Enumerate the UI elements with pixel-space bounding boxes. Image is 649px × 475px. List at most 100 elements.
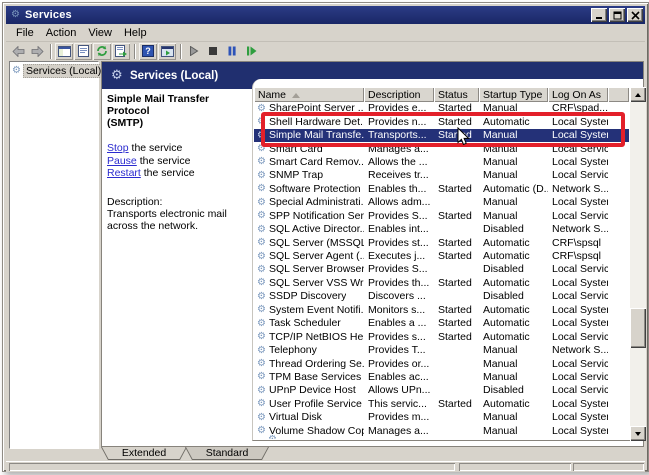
service-row[interactable]: ⚙ Virtual Disk Provides m... Manual Local Sy… bbox=[254, 411, 629, 424]
service-row[interactable]: ⚙ Special Administrati... Allows adm... Man… bbox=[254, 196, 629, 209]
tree-item-label: Services (Local) bbox=[22, 64, 105, 78]
menu-action[interactable]: Action bbox=[40, 26, 83, 40]
export-list-button[interactable] bbox=[112, 43, 130, 60]
desc-cell: Provides s... bbox=[368, 330, 426, 343]
status-cell: Started bbox=[438, 317, 472, 330]
maximize-button[interactable] bbox=[609, 8, 625, 22]
service-row[interactable]: ⚙ SQL Server Browser Provides S... Disabled… bbox=[254, 263, 629, 276]
service-row[interactable]: ⚙ User Profile Service This servic... Start… bbox=[254, 398, 629, 411]
maximize-icon bbox=[613, 11, 621, 19]
name-cell: ⚙ Software Protection bbox=[254, 183, 364, 196]
startup-cell: Automatic (D... bbox=[483, 182, 548, 195]
startup-cell: Manual bbox=[483, 155, 518, 168]
service-row[interactable]: ⚙SQL Server (MSSQL... Provides st... Start… bbox=[254, 236, 629, 249]
start-service-icon bbox=[190, 46, 199, 56]
service-row[interactable]: ⚙ SQL Server Agent (... Executes j... Start… bbox=[254, 250, 629, 263]
help-button[interactable]: ? bbox=[139, 43, 157, 60]
menu-help[interactable]: Help bbox=[118, 26, 153, 40]
service-name: SQL Server Agent (... bbox=[269, 250, 364, 263]
service-icon: ⚙ bbox=[257, 263, 266, 275]
service-row[interactable]: ⚙SQL Server VSS Wri... Provides th... Star… bbox=[254, 277, 629, 290]
logon-cell: Local Service bbox=[552, 209, 608, 222]
services-banner-icon: ⚙ bbox=[111, 67, 123, 83]
service-row[interactable]: ⚙ SPP Notification Ser... Provides S... Sta… bbox=[254, 210, 629, 223]
service-row[interactable]: ⚙ SQL Active Director... Enables int... Dis… bbox=[254, 223, 629, 236]
startup-cell: Disabled bbox=[483, 290, 524, 303]
column-header-log-on-as[interactable]: Log On As bbox=[548, 87, 608, 102]
show-action-pane-button[interactable] bbox=[158, 43, 176, 60]
service-name: SNMP Trap bbox=[269, 169, 324, 182]
minimize-button[interactable] bbox=[591, 8, 607, 22]
startup-cell: Automatic bbox=[483, 397, 530, 410]
tab-label: Standard bbox=[205, 447, 249, 459]
service-row[interactable]: ⚙ UPnP Device Host Allows UPn... Disabled Lo… bbox=[254, 384, 629, 397]
service-row[interactable]: ⚙ TCP/IP NetBIOS He... Provides s... Starte… bbox=[254, 330, 629, 343]
action-suffix: the service bbox=[136, 154, 191, 167]
name-cell: ⚙ Smart Card Remov... bbox=[254, 156, 364, 169]
name-cell: ⚙ User Profile Service bbox=[254, 398, 364, 411]
service-name: SQL Server (MSSQL... bbox=[269, 236, 364, 249]
tab-extended[interactable]: Extended bbox=[101, 447, 187, 460]
toolbar-separator bbox=[50, 43, 52, 59]
stop-service-link[interactable]: Stop bbox=[107, 142, 129, 154]
service-icon: ⚙ bbox=[257, 344, 266, 356]
service-icon: ⚙ bbox=[257, 411, 266, 423]
name-cell: ⚙ SQL Server Browser bbox=[254, 263, 364, 276]
pause-service-button[interactable] bbox=[223, 43, 241, 60]
service-icon: ⚙ bbox=[257, 237, 266, 249]
menu-view[interactable]: View bbox=[82, 26, 118, 40]
service-action-links: Stop the service Pause the service Resta… bbox=[107, 142, 253, 180]
service-row[interactable]: ⚙ Task Scheduler Enables a ... Started Autom… bbox=[254, 317, 629, 330]
status-cell: Started bbox=[438, 209, 472, 222]
service-icon: ⚙ bbox=[267, 435, 278, 440]
service-row[interactable]: ⚙ Software Protection Enables th... Started… bbox=[254, 183, 629, 196]
name-cell: ⚙ SNMP Trap bbox=[254, 169, 364, 182]
service-icon: ⚙ bbox=[257, 223, 266, 235]
show-console-tree-button[interactable] bbox=[55, 43, 73, 60]
service-row[interactable]: ⚙ SSDP Discovery Discovers ... Disabled Loca… bbox=[254, 290, 629, 303]
selected-service-title-line1: Simple Mail Transfer Protocol bbox=[107, 93, 210, 117]
name-cell: ⚙ SQL Active Director... bbox=[254, 223, 364, 236]
column-header-description[interactable]: Description bbox=[364, 87, 434, 102]
services-window: ⚙ Services File Action View Help ? ⚙ Ser… bbox=[2, 2, 649, 472]
menu-file[interactable]: File bbox=[10, 26, 40, 40]
pause-service-link[interactable]: Pause bbox=[107, 155, 137, 167]
restart-service-button[interactable] bbox=[242, 43, 260, 60]
startup-cell: Manual bbox=[483, 424, 518, 437]
scrollbar-thumb[interactable] bbox=[630, 308, 646, 348]
service-row[interactable]: ⚙ Telephony Provides T... Manual Network S..… bbox=[254, 344, 629, 357]
logon-cell: Local Service bbox=[552, 330, 608, 343]
column-label: Description bbox=[368, 89, 421, 101]
tree-item-services-local[interactable]: ⚙ Services (Local) bbox=[12, 64, 105, 78]
desc-cell: Enables a ... bbox=[368, 317, 427, 330]
service-row[interactable]: ⚙ Smart Card Remov... Allows the ... Manual… bbox=[254, 156, 629, 169]
column-header-name[interactable]: Name bbox=[254, 87, 364, 102]
service-row[interactable]: ⚙ System Event Notifi... Monitors s... Star… bbox=[254, 304, 629, 317]
properties-document-button[interactable] bbox=[74, 43, 92, 60]
restart-service-link[interactable]: Restart bbox=[107, 167, 141, 179]
scroll-up-button[interactable] bbox=[630, 87, 646, 102]
service-name: TCP/IP NetBIOS He... bbox=[269, 330, 364, 343]
banner-title: Services (Local) bbox=[130, 69, 219, 82]
desc-cell: Receives tr... bbox=[368, 169, 429, 182]
service-row[interactable]: ⚙ Thread Ordering Se... Provides or... Manu… bbox=[254, 357, 629, 370]
back-button[interactable] bbox=[9, 43, 27, 60]
service-row[interactable]: ⚙ Volume Shadow Copy Manages a... Manual Loc… bbox=[254, 425, 629, 438]
close-button[interactable] bbox=[627, 8, 643, 22]
help-icon: ? bbox=[142, 45, 154, 57]
column-header-startup-type[interactable]: Startup Type bbox=[479, 87, 548, 102]
name-cell: ⚙ TCP/IP NetBIOS He... bbox=[254, 331, 364, 344]
service-name: Smart Card Remov... bbox=[269, 155, 364, 168]
start-service-button[interactable] bbox=[185, 43, 203, 60]
refresh-button[interactable] bbox=[93, 43, 111, 60]
vertical-scrollbar[interactable] bbox=[630, 87, 646, 441]
title-bar: ⚙ Services bbox=[6, 6, 645, 24]
scroll-down-button[interactable] bbox=[630, 426, 646, 441]
column-header-status[interactable]: Status bbox=[434, 87, 479, 102]
stop-service-button[interactable] bbox=[204, 43, 222, 60]
tab-standard[interactable]: Standard bbox=[185, 447, 269, 460]
forward-button[interactable] bbox=[28, 43, 46, 60]
service-row[interactable]: ⚙ TPM Base Services Enables ac... Manual Loc… bbox=[254, 371, 629, 384]
service-row[interactable]: ⚙ SNMP Trap Receives tr... Manual Local Serv… bbox=[254, 169, 629, 182]
svg-text:?: ? bbox=[145, 46, 151, 56]
